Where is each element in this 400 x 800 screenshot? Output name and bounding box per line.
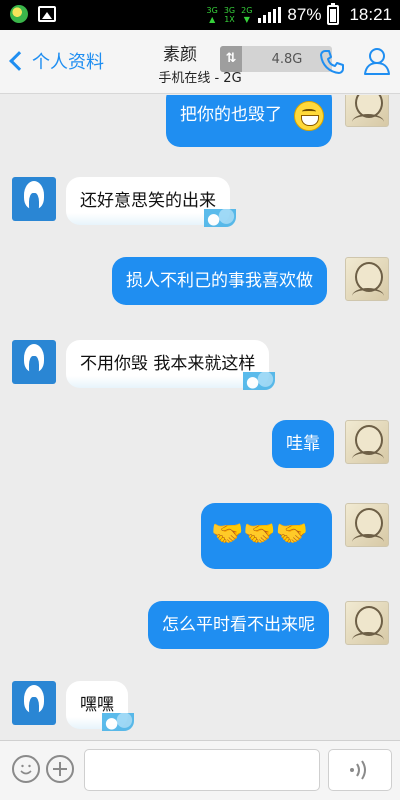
avatar[interactable] <box>345 95 389 127</box>
emoji-button[interactable] <box>12 755 40 783</box>
message-text: 还好意思笑的出来 <box>80 191 216 211</box>
phone-button[interactable] <box>318 48 346 76</box>
network-label: 3G <box>206 6 218 15</box>
input-bar <box>0 740 400 800</box>
network-arrows: ▲ <box>209 15 216 24</box>
message-text: 损人不利己的事我喜欢做 <box>126 271 313 291</box>
network-badge-3: 2G ▼ <box>241 6 252 24</box>
message-bubble[interactable]: 🤝🤝🤝 <box>201 503 332 569</box>
network-label: 1X <box>224 15 235 24</box>
profile-button[interactable] <box>362 46 392 76</box>
network-label: 3G <box>223 6 236 15</box>
message-bubble[interactable]: 还好意思笑的出来 <box>66 177 236 227</box>
chat-list[interactable]: 把你的也毁了 还好意思笑的出来 损人不利己的事我喜欢做 不用你毁 我本来就这样 … <box>0 95 400 740</box>
avatar[interactable] <box>12 340 56 384</box>
voice-button[interactable] <box>328 749 392 791</box>
status-bar: 3G ▲ 3G 1X 2G ▼ 87% 18:21 <box>0 0 400 30</box>
avatar[interactable] <box>12 177 56 221</box>
voice-icon <box>350 760 366 780</box>
battery-icon <box>327 3 340 25</box>
data-arrows-icon: ⇅ <box>220 46 242 72</box>
person-icon <box>364 48 390 75</box>
clock: 18:21 <box>349 5 392 24</box>
handshake-icons: 🤝🤝🤝 <box>211 519 309 549</box>
plus-icon <box>53 762 67 776</box>
message-text: 怎么平时看不出来呢 <box>162 615 315 635</box>
message-bubble[interactable]: 怎么平时看不出来呢 <box>148 601 329 649</box>
app-notification-icon <box>10 5 28 23</box>
message-text: 把你的也毁了 <box>180 105 282 125</box>
network-badge-2: 3G 1X <box>224 6 235 24</box>
message-bubble[interactable]: 嘿嘿 <box>66 681 134 731</box>
network-label: 2G <box>241 6 253 15</box>
message-bubble[interactable]: 损人不利己的事我喜欢做 <box>112 257 327 305</box>
chevron-left-icon <box>9 51 29 71</box>
avatar[interactable] <box>12 681 56 725</box>
image-icon <box>38 6 56 22</box>
message-text: 哇靠 <box>286 434 320 454</box>
bubble-wave-decoration <box>102 713 134 731</box>
back-label: 个人资料 <box>32 52 104 73</box>
plus-button[interactable] <box>46 755 74 783</box>
battery-percent: 87% <box>287 5 322 24</box>
message-bubble[interactable]: 不用你毁 我本来就这样 <box>66 340 276 390</box>
avatar[interactable] <box>345 503 389 547</box>
chat-header: 个人资料 素颜 手机在线 - 2G ⇅ 4.8G <box>0 30 400 94</box>
smiley-icon <box>20 764 32 775</box>
bubble-wave-decoration <box>243 372 276 390</box>
avatar[interactable] <box>345 257 389 301</box>
network-arrows: ▼ <box>243 15 250 24</box>
back-button[interactable]: 个人资料 <box>8 48 104 74</box>
network-badge-1: 3G ▲ <box>207 6 218 24</box>
message-bubble[interactable]: 把你的也毁了 <box>166 95 332 147</box>
status-left-icons <box>10 5 56 23</box>
phone-icon <box>320 50 344 74</box>
avatar[interactable] <box>345 601 389 645</box>
bubble-wave-decoration <box>204 209 236 227</box>
grin-icon <box>294 101 324 131</box>
data-traffic-badge[interactable]: ⇅ 4.8G <box>220 46 332 72</box>
message-bubble[interactable]: 哇靠 <box>272 420 334 468</box>
signal-icon <box>258 7 282 23</box>
message-text: 嘿嘿 <box>80 695 114 715</box>
message-text: 不用你毁 我本来就这样 <box>80 354 256 374</box>
avatar[interactable] <box>345 420 389 464</box>
status-right: 3G ▲ 3G 1X 2G ▼ 87% 18:21 <box>207 2 392 28</box>
message-input[interactable] <box>84 749 320 791</box>
